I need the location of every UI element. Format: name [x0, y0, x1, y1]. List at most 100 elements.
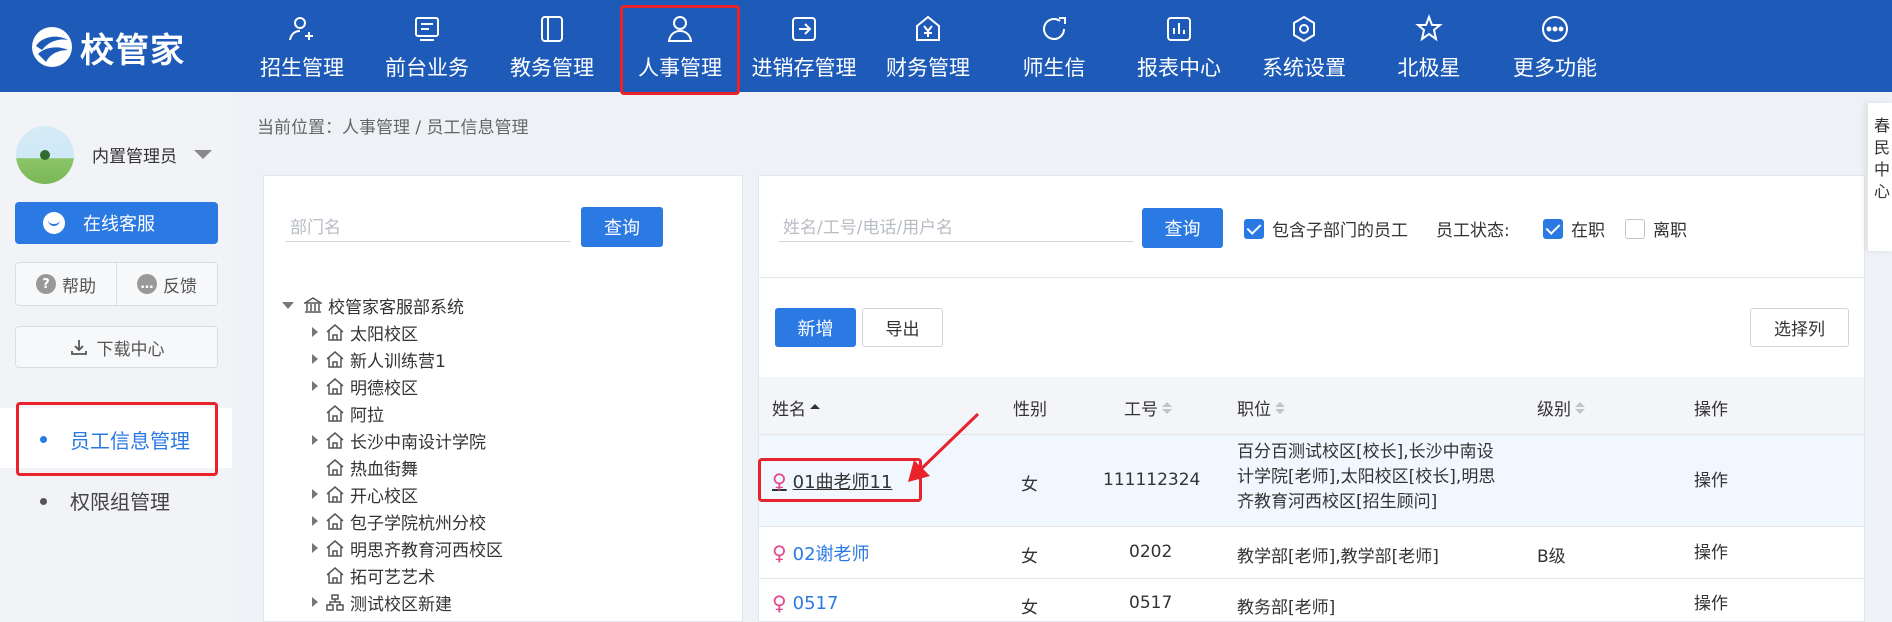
nav-item-enrollment[interactable]: 招生管理: [242, 0, 362, 92]
export-button[interactable]: 导出: [862, 308, 943, 347]
person-icon: [667, 16, 693, 42]
house-icon: [326, 539, 344, 557]
house-icon: [326, 458, 344, 476]
expand-icon[interactable]: [282, 301, 294, 309]
tree-node[interactable]: 新人训练营1: [312, 346, 446, 372]
action-button[interactable]: 操作: [1694, 589, 1728, 614]
column-header-position[interactable]: 职位: [1237, 395, 1285, 420]
checkbox-unchecked[interactable]: [1625, 218, 1645, 239]
tree-node-label: 新人训练营1: [350, 351, 446, 372]
nav-item-frontdesk[interactable]: 前台业务: [367, 0, 487, 92]
tree-node[interactable]: 包子学院杭州分校: [312, 508, 486, 534]
online-service-button[interactable]: 在线客服: [15, 202, 218, 244]
chevron-down-icon[interactable]: [194, 150, 212, 159]
tree-node-label: 太阳校区: [350, 324, 418, 345]
department-query-button[interactable]: 查询: [581, 207, 663, 247]
nav-item-settings[interactable]: 系统设置: [1244, 0, 1364, 92]
column-header-name[interactable]: 姓名: [772, 395, 820, 420]
staff-panel: 查询 包含子部门的员工 员工状态: 在职 离职 新增 导出 选择列 姓名 性别 …: [758, 175, 1865, 622]
sidebar-item-label: 员工信息管理: [70, 429, 190, 453]
table-row[interactable]: ♀ 01曲老师11 女 111112324 百分百测试校区[校长],长沙中南设计…: [759, 435, 1864, 527]
tree-node[interactable]: 长沙中南设计学院: [312, 427, 486, 453]
checkbox-checked[interactable]: [1543, 218, 1563, 239]
nav-item-academic[interactable]: 教务管理: [492, 0, 612, 92]
expand-icon[interactable]: [312, 435, 318, 445]
avatar[interactable]: [16, 126, 74, 184]
female-icon: ♀: [772, 541, 787, 565]
nav-label: 进销存管理: [751, 56, 857, 80]
checkbox-label: 在职: [1571, 221, 1605, 241]
org-icon: [326, 593, 344, 611]
sidebar-item-staff-info[interactable]: 员工信息管理: [0, 408, 232, 468]
expand-icon[interactable]: [312, 597, 318, 607]
sort-icon[interactable]: [1162, 401, 1172, 414]
nav-item-hr[interactable]: 人事管理: [620, 0, 740, 92]
level-cell: B级: [1537, 547, 1566, 567]
tree-node[interactable]: 阿拉: [312, 400, 384, 426]
add-staff-button[interactable]: 新增: [775, 308, 856, 347]
bullet-icon: [40, 436, 47, 443]
feedback-label: 反馈: [163, 276, 197, 297]
checkbox-label: 离职: [1653, 221, 1687, 241]
id-cell: 0517: [1129, 593, 1173, 613]
nav-item-inventory[interactable]: 进销存管理: [744, 0, 864, 92]
expand-icon[interactable]: [312, 516, 318, 526]
staff-search-input[interactable]: [779, 206, 1134, 242]
tree-node[interactable]: 热血街舞: [312, 454, 418, 480]
status-active-checkbox[interactable]: 在职: [1543, 216, 1605, 241]
staff-name-link[interactable]: ♀ 0517: [772, 591, 838, 615]
include-sub-dept-checkbox[interactable]: 包含子部门的员工: [1244, 216, 1408, 241]
column-header-level[interactable]: 级别: [1537, 395, 1585, 420]
action-button[interactable]: 操作: [1694, 538, 1728, 563]
select-columns-button[interactable]: 选择列: [1750, 308, 1849, 347]
column-header-id[interactable]: 工号: [1124, 395, 1172, 420]
tree-node[interactable]: 测试校区新建: [312, 589, 452, 615]
staff-query-button[interactable]: 查询: [1142, 208, 1223, 248]
expand-icon[interactable]: [312, 381, 318, 391]
checkbox-checked[interactable]: [1244, 218, 1264, 239]
nav-item-more[interactable]: 更多功能: [1495, 0, 1615, 92]
nav-item-messages[interactable]: 师生信: [994, 0, 1114, 92]
sort-icon[interactable]: [810, 404, 820, 411]
house-icon: [326, 404, 344, 422]
tree-root[interactable]: 校管家客服部系统: [282, 292, 464, 318]
message-icon: [1043, 17, 1066, 40]
feedback-button[interactable]: … 反馈: [117, 263, 217, 305]
user-name[interactable]: 内置管理员: [92, 142, 177, 167]
expand-icon[interactable]: [312, 543, 318, 553]
help-button[interactable]: ? 帮助: [16, 263, 117, 305]
tree-node-label: 热血街舞: [350, 459, 418, 480]
nav-item-finance[interactable]: 财务管理: [868, 0, 988, 92]
tree-node[interactable]: 开心校区: [312, 481, 418, 507]
status-left-checkbox[interactable]: 离职: [1625, 216, 1687, 241]
nav-label: 财务管理: [886, 56, 970, 80]
nav-label: 系统设置: [1262, 56, 1346, 80]
nav-item-polaris[interactable]: 北极星: [1369, 0, 1489, 92]
department-search-input[interactable]: [286, 206, 570, 242]
staff-name: 0517: [792, 592, 839, 614]
position-cell: 教务部[老师]: [1237, 598, 1336, 618]
tree-node[interactable]: 太阳校区: [312, 319, 418, 345]
table-row[interactable]: ♀ 0517 女 0517 教务部[老师] 操作: [759, 579, 1864, 622]
download-center-button[interactable]: 下载中心: [15, 326, 218, 368]
house-icon: [326, 431, 344, 449]
action-button[interactable]: 操作: [1694, 466, 1728, 491]
tree-node[interactable]: 拓可艺艺术: [312, 562, 435, 588]
house-icon: [326, 323, 344, 341]
tree-node[interactable]: 明德校区: [312, 373, 418, 399]
floating-side-panel[interactable]: 春民中心: [1867, 103, 1892, 251]
inventory-icon: [792, 17, 816, 41]
sort-icon[interactable]: [1275, 401, 1285, 414]
table-row[interactable]: ♀ 02谢老师 女 0202 教学部[老师],教学部[老师] B级 操作: [759, 527, 1864, 579]
app-logo[interactable]: 校管家: [28, 24, 185, 71]
staff-name-link[interactable]: ♀ 01曲老师11: [772, 468, 892, 494]
expand-icon[interactable]: [312, 354, 318, 364]
expand-icon[interactable]: [312, 489, 318, 499]
column-label: 工号: [1124, 400, 1158, 420]
sidebar-item-permission-group[interactable]: 权限组管理: [0, 472, 232, 528]
tree-node[interactable]: 明思齐教育河西校区: [312, 535, 503, 561]
expand-icon[interactable]: [312, 327, 318, 337]
staff-name-link[interactable]: ♀ 02谢老师: [772, 540, 870, 566]
nav-item-reports[interactable]: 报表中心: [1119, 0, 1239, 92]
sort-icon[interactable]: [1575, 401, 1585, 414]
